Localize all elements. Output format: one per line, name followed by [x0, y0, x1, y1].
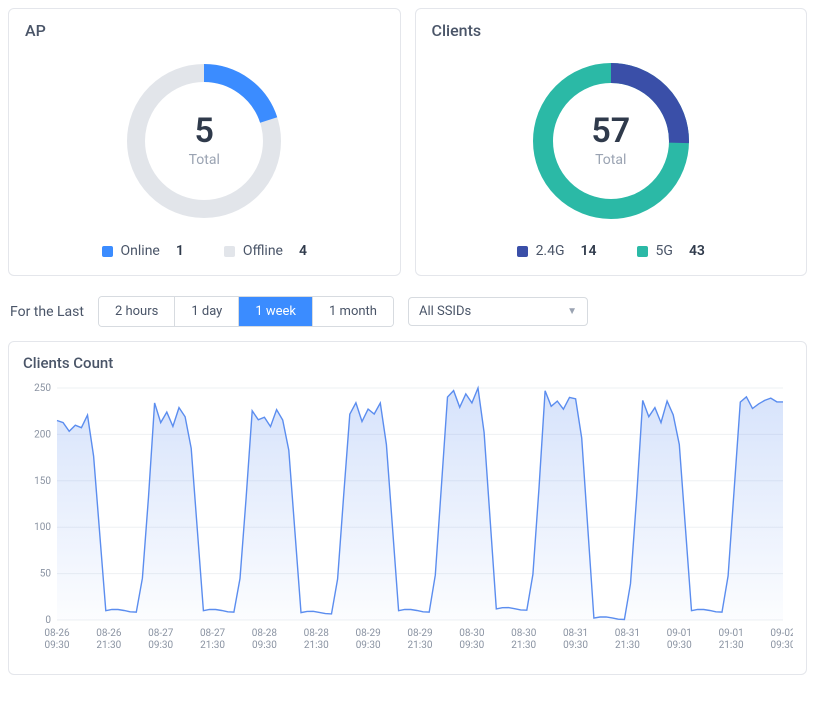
ap-offline-value: 4: [299, 243, 307, 259]
range-1day-button[interactable]: 1 day: [175, 297, 239, 326]
svg-text:21:30: 21:30: [719, 640, 744, 651]
svg-text:21:30: 21:30: [511, 640, 536, 651]
clients-legend: 2.4G 14 5G 43: [432, 243, 791, 259]
time-range-segment: 2 hours 1 day 1 week 1 month: [98, 296, 394, 327]
svg-text:08-31: 08-31: [563, 628, 588, 639]
controls-row: For the Last 2 hours 1 day 1 week 1 mont…: [8, 296, 807, 327]
svg-text:250: 250: [34, 383, 51, 394]
svg-text:200: 200: [34, 429, 51, 440]
ap-title: AP: [25, 21, 384, 40]
svg-text:09:30: 09:30: [148, 640, 173, 651]
svg-text:08-29: 08-29: [407, 628, 432, 639]
svg-text:08-29: 08-29: [356, 628, 381, 639]
ap-total-label: Total: [189, 152, 220, 168]
clients-legend-5g: 5G 43: [637, 243, 705, 259]
ap-online-value: 1: [176, 243, 184, 259]
svg-text:09:30: 09:30: [771, 640, 793, 651]
for-last-label: For the Last: [10, 304, 84, 320]
svg-text:21:30: 21:30: [304, 640, 329, 651]
clients-donut: 57 Total: [432, 48, 791, 233]
svg-text:08-28: 08-28: [252, 628, 278, 639]
svg-text:08-26: 08-26: [44, 628, 70, 639]
svg-text:08-27: 08-27: [200, 628, 226, 639]
svg-text:0: 0: [45, 615, 51, 626]
online-swatch: [102, 246, 113, 257]
svg-text:21:30: 21:30: [408, 640, 433, 651]
svg-text:150: 150: [34, 476, 51, 487]
chevron-down-icon: ▼: [567, 306, 577, 317]
ap-card: AP 5 Total Online 1 Offline 4: [8, 8, 401, 276]
range-1month-button[interactable]: 1 month: [313, 297, 393, 326]
svg-text:21:30: 21:30: [615, 640, 640, 651]
ap-legend-online: Online 1: [102, 243, 184, 259]
clients-title: Clients: [432, 21, 791, 40]
svg-text:08-30: 08-30: [511, 628, 537, 639]
svg-text:21:30: 21:30: [96, 640, 121, 651]
clients-count-chart: 05010015020025008-2609:3008-2621:3008-27…: [23, 380, 793, 660]
svg-text:100: 100: [34, 522, 51, 533]
range-2hours-button[interactable]: 2 hours: [99, 297, 175, 326]
svg-text:08-26: 08-26: [96, 628, 122, 639]
clients-card: Clients 57 Total 2.4G 14 5G 43: [415, 8, 808, 276]
svg-text:09-02: 09-02: [770, 628, 793, 639]
svg-text:09:30: 09:30: [563, 640, 588, 651]
svg-text:09:30: 09:30: [45, 640, 70, 651]
svg-text:50: 50: [40, 569, 52, 580]
ap-legend: Online 1 Offline 4: [25, 243, 384, 259]
svg-text:09:30: 09:30: [459, 640, 484, 651]
svg-text:09:30: 09:30: [356, 640, 381, 651]
clients-total-label: Total: [591, 152, 630, 168]
svg-text:09-01: 09-01: [719, 628, 744, 639]
clients-24g-value: 14: [581, 243, 597, 259]
clients-5g-value: 43: [689, 243, 705, 259]
clients-total-value: 57: [591, 114, 630, 148]
ap-total-value: 5: [189, 114, 220, 148]
chart-title: Clients Count: [23, 354, 792, 372]
svg-text:09-01: 09-01: [667, 628, 692, 639]
svg-text:09:30: 09:30: [667, 640, 692, 651]
g5-swatch: [637, 246, 648, 257]
clients-24g-label: 2.4G: [536, 243, 565, 259]
range-1week-button[interactable]: 1 week: [239, 297, 313, 326]
g24-swatch: [517, 246, 528, 257]
svg-text:09:30: 09:30: [252, 640, 277, 651]
ap-donut: 5 Total: [25, 48, 384, 233]
svg-text:08-30: 08-30: [459, 628, 485, 639]
clients-5g-label: 5G: [656, 243, 673, 259]
ap-legend-offline: Offline 4: [224, 243, 307, 259]
svg-text:08-28: 08-28: [304, 628, 330, 639]
svg-text:08-27: 08-27: [148, 628, 174, 639]
ssid-dropdown[interactable]: All SSIDs ▼: [408, 297, 588, 326]
svg-text:08-31: 08-31: [615, 628, 640, 639]
ap-offline-label: Offline: [243, 243, 283, 259]
clients-count-chart-card: Clients Count 05010015020025008-2609:300…: [8, 341, 807, 675]
ap-online-label: Online: [121, 243, 160, 259]
ssid-dropdown-value: All SSIDs: [419, 304, 471, 319]
clients-legend-24g: 2.4G 14: [517, 243, 597, 259]
svg-text:21:30: 21:30: [200, 640, 225, 651]
offline-swatch: [224, 246, 235, 257]
